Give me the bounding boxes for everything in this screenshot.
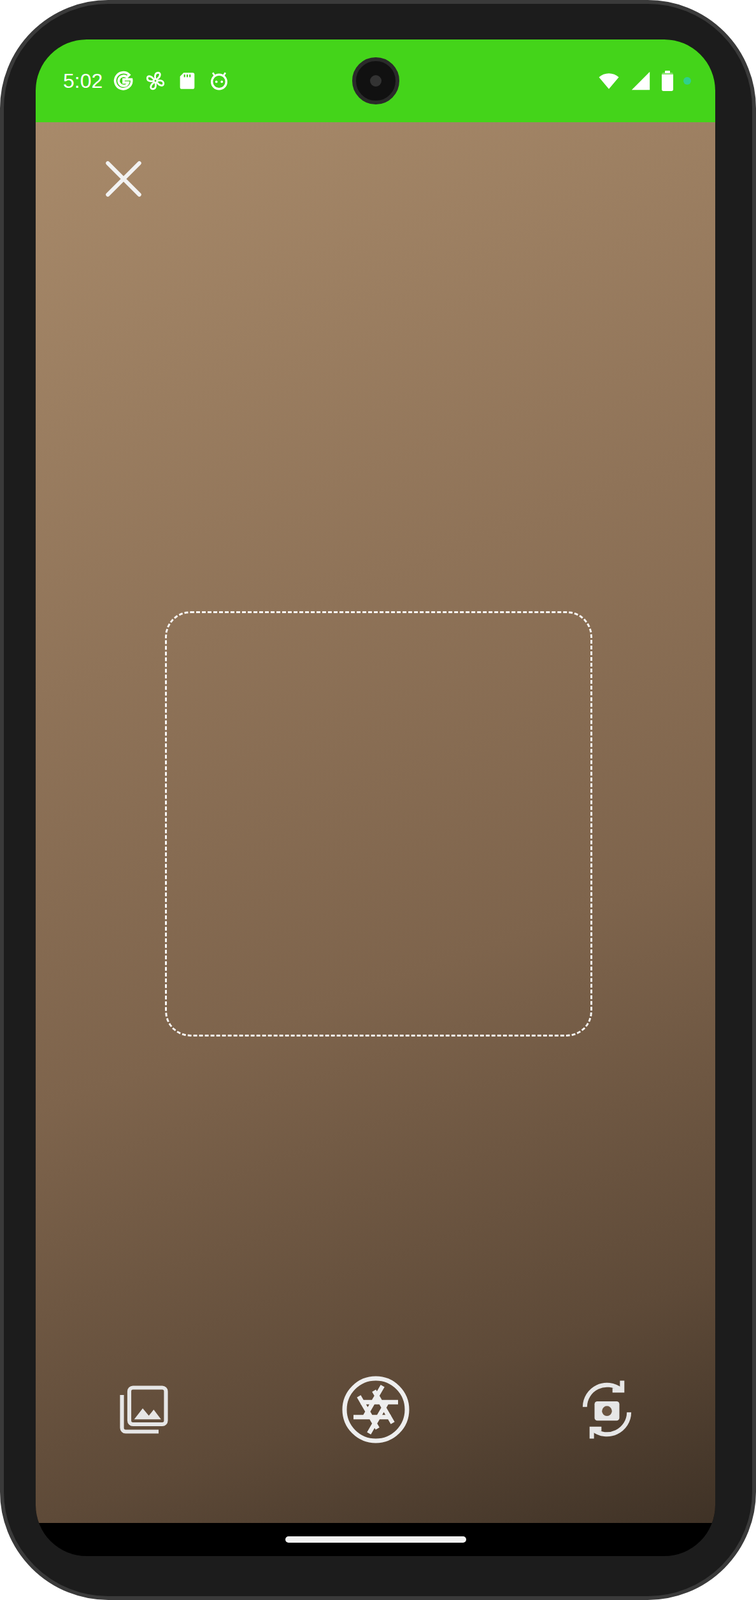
battery-icon [661, 70, 674, 92]
status-bar: 5:02 [35, 39, 716, 123]
phone-frame: 5:02 [0, 0, 756, 1600]
capture-frame [164, 611, 593, 1037]
flip-camera-icon[interactable] [573, 1376, 641, 1444]
sd-card-icon [176, 70, 199, 92]
android-icon [208, 70, 230, 92]
flip-camera-button[interactable] [568, 1371, 646, 1449]
shutter-button[interactable] [337, 1371, 414, 1449]
fan-icon [144, 70, 167, 92]
signal-icon [629, 70, 652, 92]
gallery-button[interactable] [105, 1371, 183, 1449]
privacy-dot [683, 77, 692, 85]
phone-screen: 5:02 [35, 39, 716, 1557]
navigation-bar [35, 1523, 716, 1557]
camera-preview[interactable] [35, 122, 716, 1524]
front-camera [352, 57, 400, 105]
clock: 5:02 [63, 68, 103, 93]
google-icon [112, 70, 135, 92]
wifi-icon [598, 70, 620, 92]
close-icon[interactable] [102, 157, 145, 200]
home-indicator[interactable] [285, 1536, 467, 1544]
gallery-icon[interactable] [114, 1380, 174, 1440]
shutter-icon[interactable] [340, 1374, 412, 1446]
